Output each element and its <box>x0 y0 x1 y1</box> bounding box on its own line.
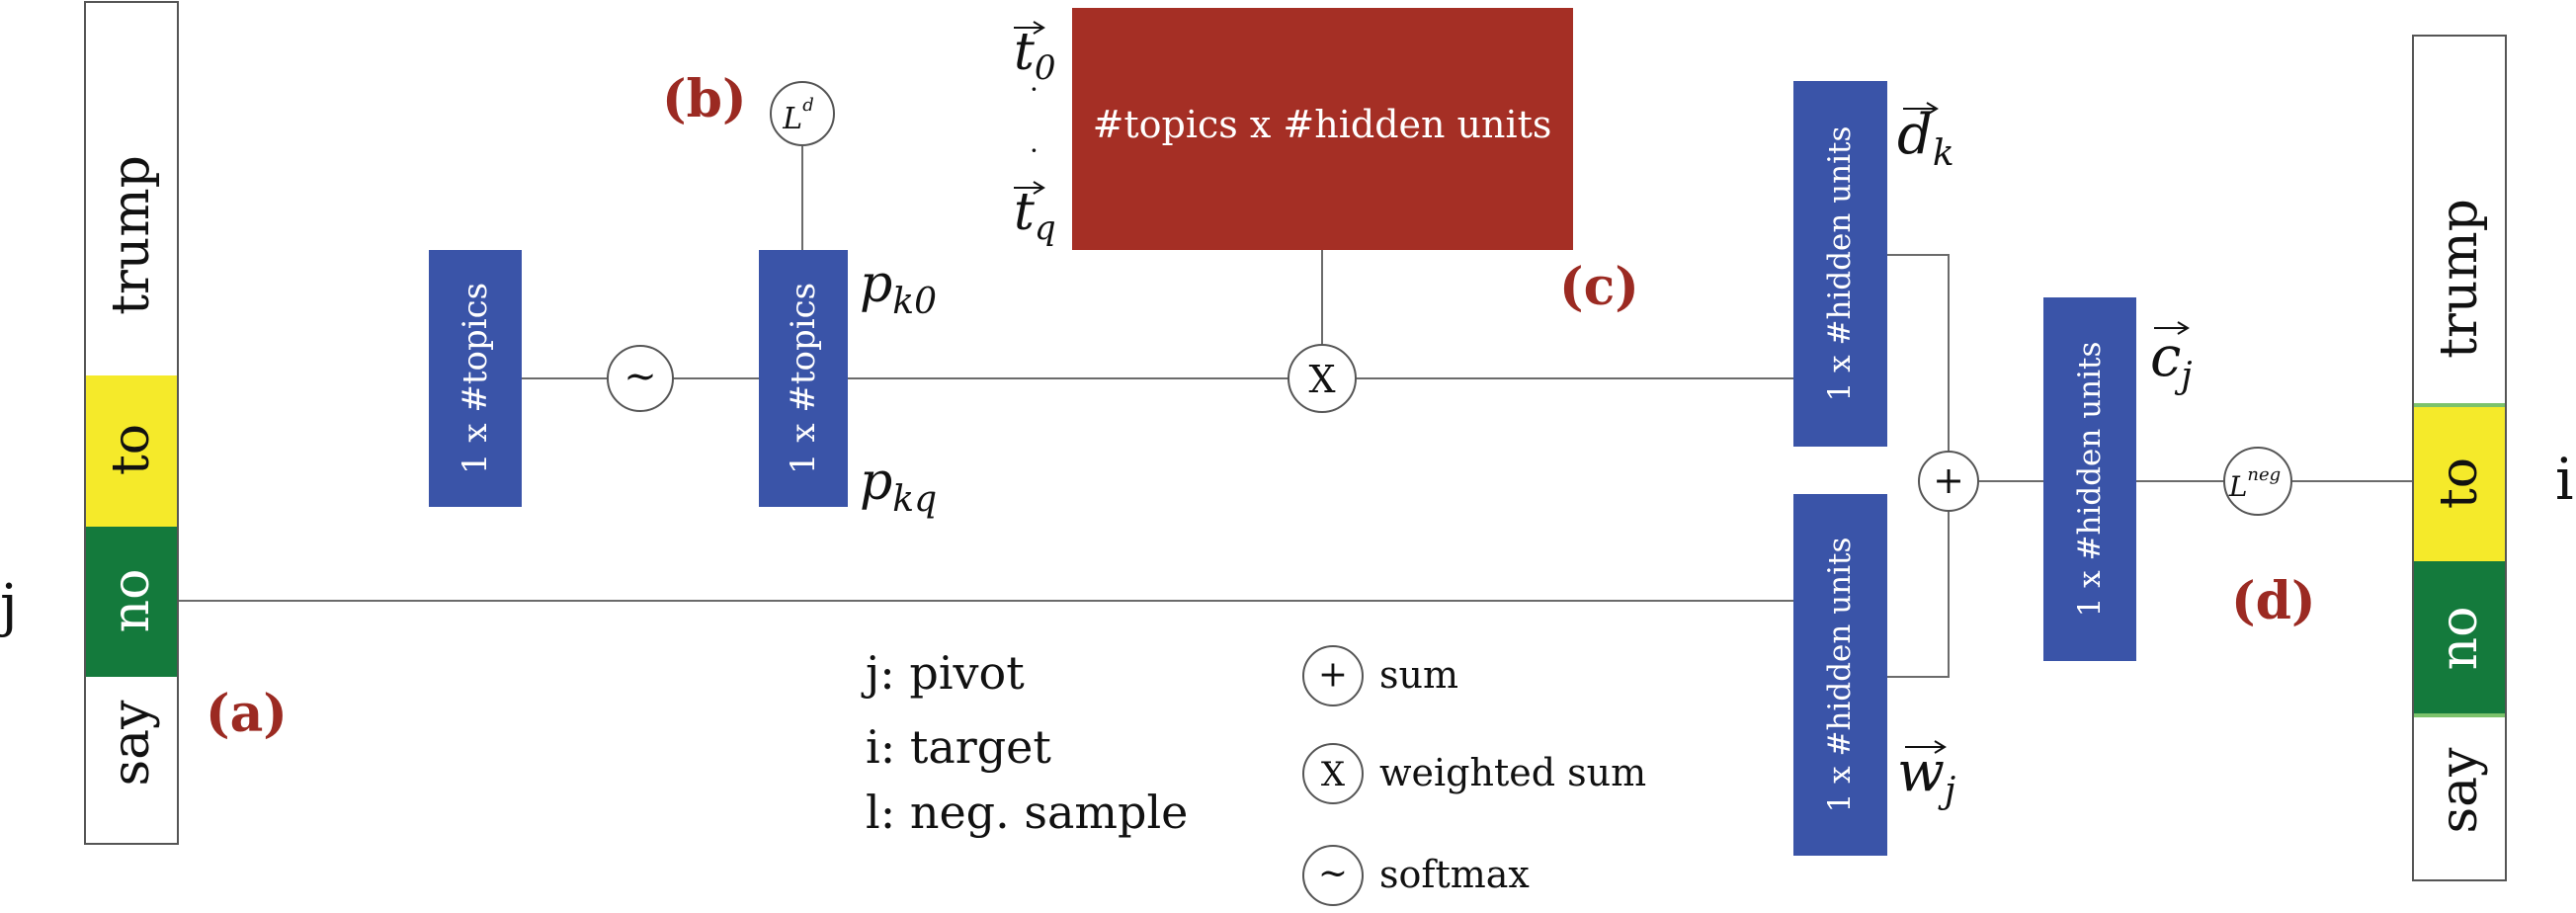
label-j: j <box>0 571 18 638</box>
label-b: (b) <box>662 69 747 129</box>
right-word-to: to <box>2430 457 2489 509</box>
right-sentence-column: trump to no say <box>2412 35 2507 881</box>
loss-neg-node: Lneg <box>2223 447 2292 516</box>
legend-neg-sample: l: neg. sample <box>866 786 1188 839</box>
context-vector-label: 1 x #hidden units <box>2072 342 2108 618</box>
sum-node: + <box>1918 451 1979 512</box>
p-kq-label: pkq <box>860 453 937 520</box>
left-word-say: say <box>102 700 161 787</box>
word-vector-label: 1 x #hidden units <box>1822 538 1858 813</box>
topic-proportions-label: 1 x #topics <box>784 283 823 474</box>
svg-text:cj: cj <box>2150 325 2193 396</box>
legend-sum-entry: + sum <box>1302 645 1458 706</box>
svg-text:dk: dk <box>1897 103 1954 174</box>
matrix-ellipsis-dot-1: · <box>1030 73 1039 106</box>
context-vector-box: 1 x #hidden units <box>2043 297 2136 661</box>
word-vector-box: 1 x #hidden units <box>1793 494 1887 856</box>
softmax-node-symbol: ~ <box>623 354 657 399</box>
matrix-ellipsis-dot-2: · <box>1030 134 1039 167</box>
document-vector-label: 1 x #hidden units <box>1822 126 1858 402</box>
legend-weighted-sum-text: weighted sum <box>1379 751 1646 794</box>
left-word-to: to <box>102 424 161 475</box>
tq-vector-label: tq <box>1014 181 1056 248</box>
legend-softmax-text: softmax <box>1379 853 1530 896</box>
label-a: (a) <box>206 684 288 744</box>
label-c: (c) <box>1559 257 1639 317</box>
topic-matrix-box: #topics x #hidden units <box>1072 8 1573 250</box>
left-word-no: no <box>102 569 161 633</box>
weighted-sum-node: X <box>1288 344 1357 413</box>
right-word-say: say <box>2430 747 2489 834</box>
right-word-trump: trump <box>2430 199 2489 359</box>
topics-vector-label: 1 x #topics <box>456 283 495 474</box>
svg-text:wj: wj <box>1897 740 1955 811</box>
label-i: i <box>2555 446 2574 513</box>
legend-softmax-entry: ~ softmax <box>1302 845 1530 906</box>
wj-vector-label: wj <box>1897 740 1955 811</box>
left-sentence-column: trump to no say <box>84 1 179 845</box>
legend-softmax-icon: ~ <box>1318 854 1348 894</box>
legend-pivot: j: pivot <box>861 646 1025 700</box>
loss-d-node: Ld <box>770 81 835 146</box>
left-word-trump: trump <box>102 155 161 315</box>
legend-weighted-sum-icon: X <box>1321 755 1346 794</box>
cj-vector-label: cj <box>2150 321 2193 396</box>
legend-sum-text: sum <box>1379 653 1458 697</box>
topic-proportions-box: 1 x #topics <box>759 250 848 507</box>
legend: j: pivot i: target l: neg. sample + sum … <box>861 645 1646 906</box>
p-k0-label: pk0 <box>860 255 937 322</box>
wire-doc-vector-to-sum <box>1887 254 1950 454</box>
document-vector-box: 1 x #hidden units <box>1793 81 1887 447</box>
legend-target: i: target <box>866 720 1051 774</box>
right-word-no: no <box>2430 607 2489 671</box>
weighted-sum-node-symbol: X <box>1308 358 1335 401</box>
topic-matrix-label: #topics x #hidden units <box>1093 103 1552 146</box>
legend-sum-icon: + <box>1318 655 1348 696</box>
wire-word-vector-to-sum <box>1887 511 1950 678</box>
dk-vector-label: dk <box>1897 102 1954 174</box>
legend-weighted-sum-entry: X weighted sum <box>1302 743 1646 804</box>
label-d: (d) <box>2231 571 2316 631</box>
sum-node-symbol: + <box>1933 458 1964 502</box>
topics-vector-box: 1 x #topics <box>429 250 522 507</box>
lda2vec-architecture-diagram: trump to no say trump to no say 1 x #top… <box>0 1 2574 906</box>
softmax-node: ~ <box>607 345 674 412</box>
